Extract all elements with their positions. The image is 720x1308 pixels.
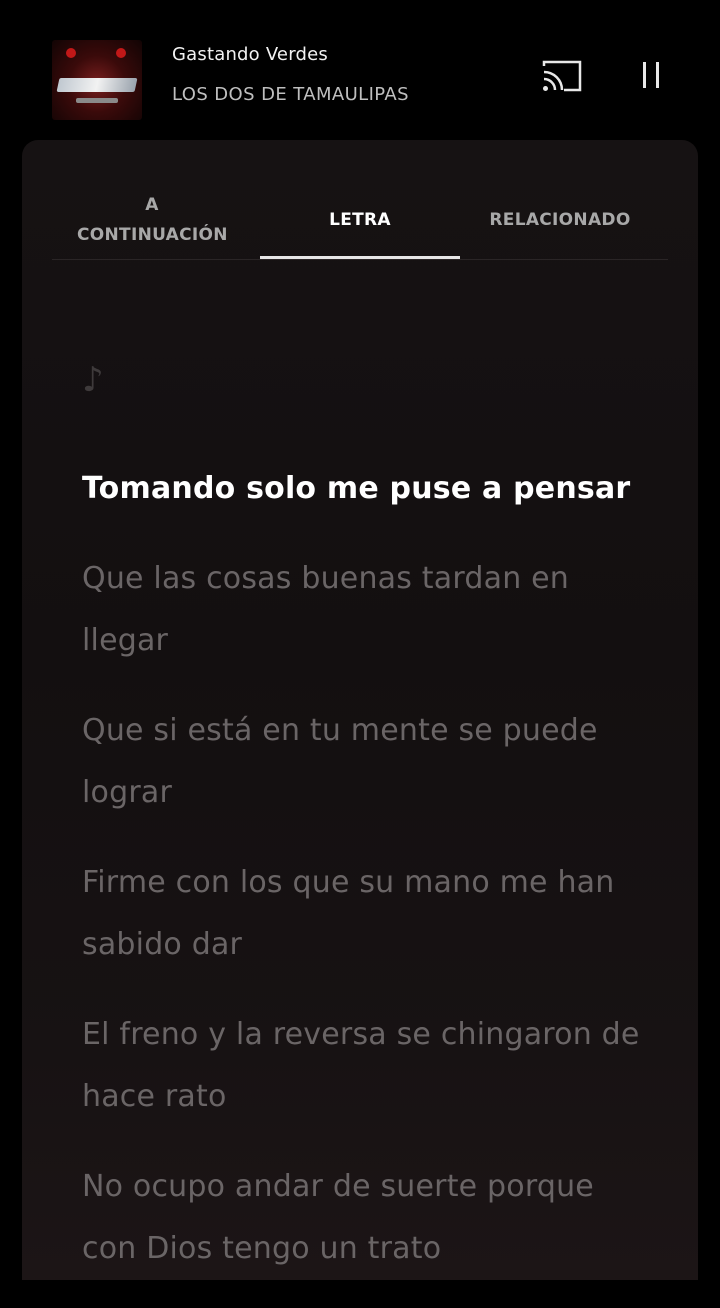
now-playing-panel: A CONTINUACIÓN LETRA RELACIONADO ♪ Toman…	[22, 140, 698, 1280]
tab-bar: A CONTINUACIÓN LETRA RELACIONADO	[52, 180, 668, 260]
album-art-subtitle	[76, 98, 118, 103]
cast-icon	[542, 60, 582, 92]
lyrics-list[interactable]: ♪ Tomando solo me puse a pensar Que las …	[82, 350, 642, 1308]
lyric-line[interactable]: El freno y la reversa se chingaron de ha…	[82, 1004, 642, 1128]
tab-lyrics-label: LETRA	[329, 210, 391, 230]
tab-related-label: RELACIONADO	[489, 210, 631, 230]
active-tab-indicator	[260, 256, 460, 259]
song-artist: LOS DOS DE TAMAULIPAS	[172, 84, 409, 105]
lyric-line[interactable]: Que las cosas buenas tardan en llegar	[82, 548, 642, 672]
lyric-line[interactable]: Que si está en tu mente se puede lograr	[82, 700, 642, 824]
album-art-decoration	[66, 48, 76, 58]
lyric-line[interactable]: Firme con los que su mano me han sabido …	[82, 852, 642, 976]
tab-lyrics[interactable]: LETRA	[260, 180, 460, 260]
lyric-line[interactable]: No ocupo andar de suerte porque con Dios…	[82, 1156, 642, 1280]
tab-related[interactable]: RELACIONADO	[460, 180, 660, 260]
album-art-decoration	[116, 48, 126, 58]
tab-up-next[interactable]: A CONTINUACIÓN	[52, 180, 252, 260]
tab-up-next-label: A CONTINUACIÓN	[77, 195, 228, 245]
album-art[interactable]	[52, 40, 142, 120]
pause-button[interactable]	[636, 60, 670, 94]
music-note-icon: ♪	[82, 360, 104, 400]
album-art-logo	[56, 78, 138, 92]
song-title: Gastando Verdes	[172, 44, 328, 65]
mini-player[interactable]: Gastando Verdes LOS DOS DE TAMAULIPAS	[0, 0, 720, 140]
cast-button[interactable]	[540, 58, 586, 96]
lyric-line-current[interactable]: Tomando solo me puse a pensar	[82, 458, 642, 520]
